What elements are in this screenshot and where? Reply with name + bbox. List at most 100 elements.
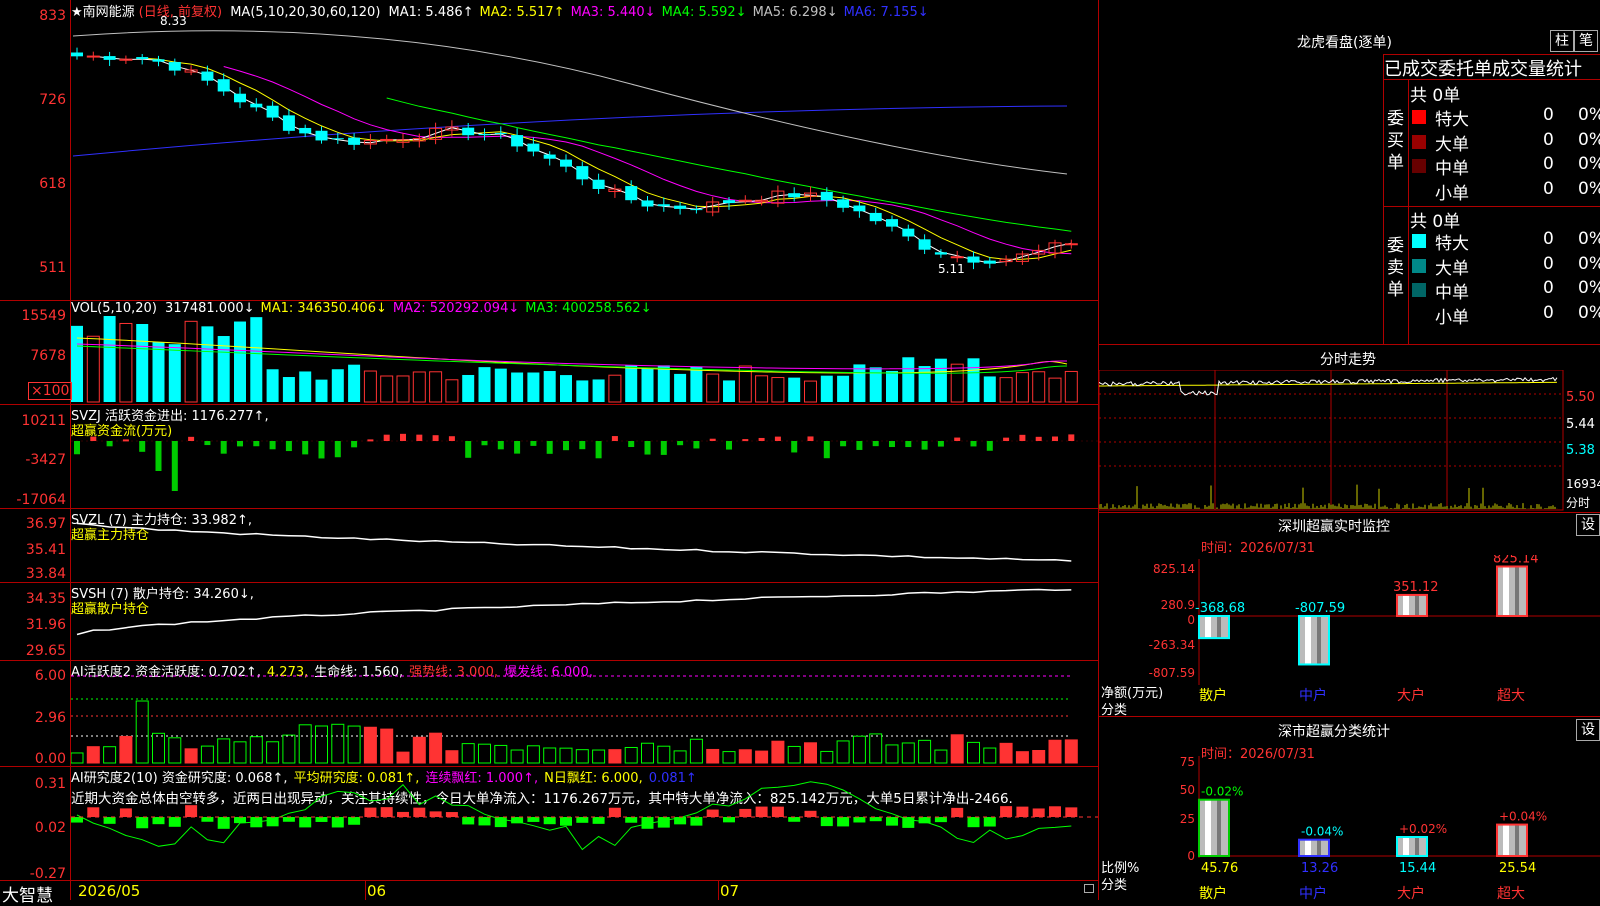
fund-flow-bar xyxy=(351,441,358,448)
candle-down xyxy=(560,159,572,167)
candle-down xyxy=(331,138,344,140)
volume-bar xyxy=(511,372,524,402)
category-label: 中户 xyxy=(1299,687,1327,704)
ai-activity-chart[interactable] xyxy=(71,661,1098,766)
y-label: 10211 xyxy=(21,413,66,429)
fund-flow-bar xyxy=(595,441,602,459)
fund-flow-bar xyxy=(285,441,292,452)
research-bar xyxy=(348,817,361,825)
monitor-bar-chart[interactable]: 825.14 280.90 -263.34 -807.59 -368.68 散户 -807.… xyxy=(1099,555,1600,715)
research-bar xyxy=(185,805,198,817)
category-bar xyxy=(1198,798,1230,857)
row-count: 0 xyxy=(1543,253,1554,274)
y-label: 618 xyxy=(39,176,66,192)
research-bar xyxy=(478,817,491,826)
ai-research-chart[interactable] xyxy=(71,767,1098,880)
row-count: 0 xyxy=(1543,154,1554,174)
bar-value: 15.44 xyxy=(1399,861,1436,876)
research-bar xyxy=(380,807,393,817)
row-pct: 0% xyxy=(1578,154,1600,174)
fenshi-title: 分时走势 xyxy=(1320,352,1376,368)
bar-highlight xyxy=(1403,837,1409,856)
volume-bar xyxy=(1048,377,1062,403)
volume-bar xyxy=(494,368,507,402)
fund-flow-bar xyxy=(937,441,944,447)
research-bar xyxy=(690,817,703,826)
candlestick-chart[interactable] xyxy=(71,14,1098,300)
bar xyxy=(1299,616,1329,665)
activity-bar xyxy=(103,746,117,764)
retail-holding-chart[interactable] xyxy=(71,583,1098,660)
volume-bar xyxy=(608,374,622,403)
intraday-chart[interactable] xyxy=(1099,370,1564,511)
research-bar xyxy=(1065,807,1078,817)
fund-flow-bar xyxy=(579,441,586,450)
activity-bar xyxy=(298,724,312,764)
row-pct: 0% xyxy=(1578,278,1600,298)
fund-flow-bar xyxy=(872,441,879,447)
volume-bar xyxy=(1032,371,1046,403)
activity-bar xyxy=(282,734,296,764)
research-bar xyxy=(853,817,866,823)
lhb-tabs[interactable]: 已成交委托单成交量统计 xyxy=(1384,54,1600,79)
candle-down xyxy=(136,57,149,59)
app-logo[interactable]: 大智慧 xyxy=(2,881,53,906)
research-bar xyxy=(804,810,817,817)
category-bar xyxy=(1396,836,1428,857)
activity-bar xyxy=(608,749,622,764)
activity-bar xyxy=(787,745,801,764)
activity-bar xyxy=(999,742,1013,764)
lock-icon[interactable] xyxy=(1084,884,1094,893)
research-bar xyxy=(1049,806,1061,817)
color-swatch xyxy=(1412,110,1426,124)
activity-bar xyxy=(901,742,915,764)
fund-flow-chart[interactable] xyxy=(71,405,1098,508)
classify-bar-chart[interactable]: 75 50 25 0 散户 中户 大户 超大 -0.02% 45.76 -0.04% 13.26 +0.… xyxy=(1099,756,1600,900)
volume-bar xyxy=(560,375,572,402)
volume-bar xyxy=(918,366,931,402)
fund-flow-bar xyxy=(530,441,537,446)
research-bar xyxy=(217,817,230,829)
bar xyxy=(1497,824,1527,856)
fund-flow-bar xyxy=(465,441,472,458)
category-label: 大户 xyxy=(1397,885,1425,900)
ma6-line xyxy=(72,105,1068,157)
main-holding-chart[interactable] xyxy=(71,509,1098,582)
activity-bar xyxy=(918,739,932,764)
bar xyxy=(1199,616,1229,639)
change-value: +0.04% xyxy=(1499,810,1547,824)
x-axis-label: 06 xyxy=(367,882,387,900)
candle-down xyxy=(299,127,312,134)
classify-axis-title: 分类 xyxy=(1101,878,1128,893)
bar-mode-button[interactable]: 柱 xyxy=(1550,30,1574,52)
bar-highlight xyxy=(1403,594,1409,616)
research-bar xyxy=(918,817,931,824)
activity-bar xyxy=(738,749,752,764)
vol-indicator-name[interactable]: VOL(5,10,20) xyxy=(71,301,157,316)
fund-flow-bar xyxy=(367,439,374,442)
fund-flow-bar xyxy=(204,441,211,446)
fund-flow-bar xyxy=(302,441,309,455)
tick-mode-button[interactable]: 笔 xyxy=(1574,30,1598,52)
vol-values: 317481.000↓ MA1: 346350.406↓ MA2: 520292.0… xyxy=(165,301,658,316)
fund-flow-bar xyxy=(514,441,521,454)
candle-up xyxy=(738,199,752,202)
research-bar xyxy=(983,817,996,827)
research-bar xyxy=(755,806,768,817)
research-bar xyxy=(560,817,572,826)
indicator-value: 317481.000↓ xyxy=(165,301,255,316)
intraday-y-label: 5.38 xyxy=(1566,443,1595,458)
main-holding-line xyxy=(76,522,1072,562)
volume-bar xyxy=(999,377,1013,403)
classify-settings-button[interactable]: 设 xyxy=(1576,719,1600,741)
monitor-settings-button[interactable]: 设 xyxy=(1576,514,1600,536)
buy-total: 共 0单 xyxy=(1410,86,1461,106)
fund-flow-bar xyxy=(1035,436,1042,441)
research-bar xyxy=(103,817,116,824)
volume-chart[interactable] xyxy=(71,316,1098,404)
research-bar xyxy=(315,817,328,822)
fund-flow-bar xyxy=(1003,437,1010,441)
research-bar xyxy=(739,808,752,817)
category-bar xyxy=(1298,838,1330,857)
activity-bar xyxy=(412,736,426,764)
